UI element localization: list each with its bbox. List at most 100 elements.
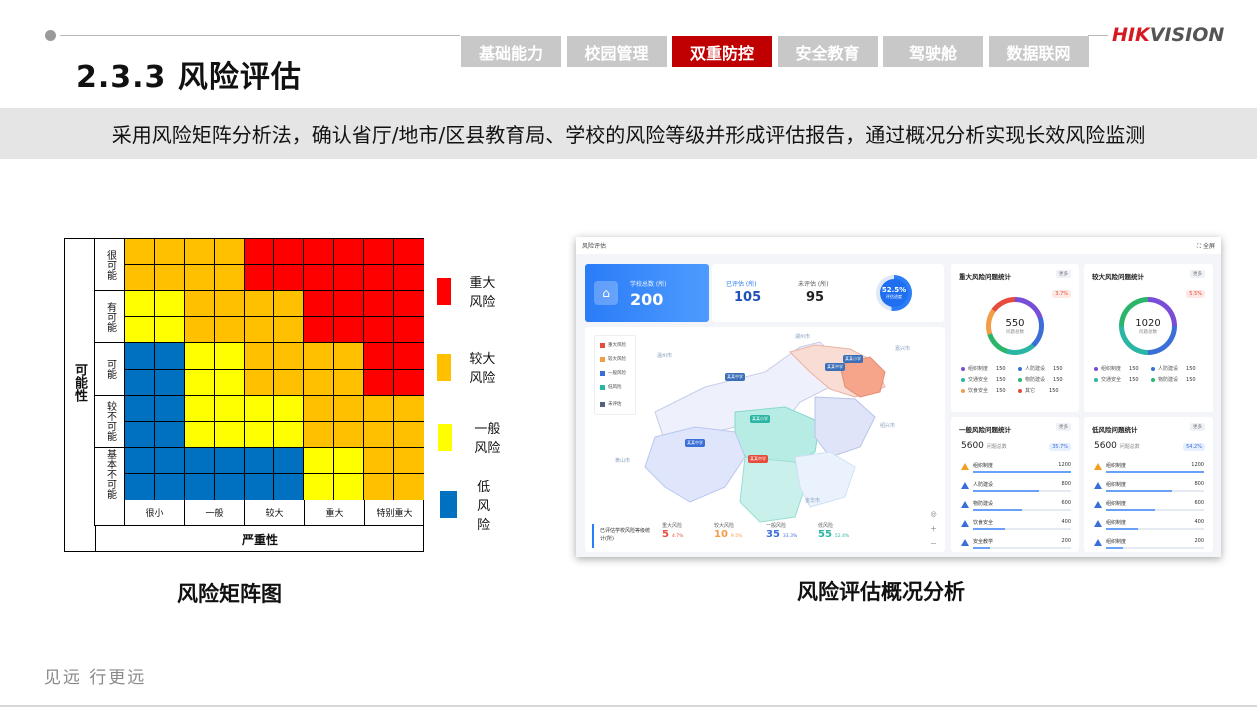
bar-value: 400 [1194,519,1204,525]
warning-icon [1094,520,1102,527]
matrix-corner [95,500,125,526]
map-zoom-controls: ◎ ＋ － [930,507,937,552]
legend-label: 较大风险 [469,352,496,386]
bar-track [973,509,1071,511]
general-risk-title: 一般风险问题统计 [959,426,1011,434]
bar-track [973,490,1071,492]
bar-fill [973,490,1039,492]
city-label: 湖州市 [795,334,811,340]
legend-item-large: 较大风险 [437,348,496,386]
zoom-out-icon[interactable]: － [930,537,937,552]
large-more-button[interactable]: 更多 [1190,270,1205,278]
general-more-button[interactable]: 更多 [1056,423,1071,431]
school-pin[interactable]: 某某中学 [725,373,745,381]
tab-dual-control[interactable]: 双重防控 [672,36,772,67]
matrix-cell [334,421,365,448]
large-item: 人防建设 150 [1151,365,1196,372]
bar-fill [1106,471,1204,473]
bar-track [1106,528,1204,530]
matrix-cell [364,317,395,344]
legend-label: 重大风险 [469,276,496,310]
low-risk-card: 低风险问题统计 更多 5600 问题总数 54.2% 组织制度 1200 组织制度 8… [1084,417,1213,552]
fullscreen-icon: ⛶ [1196,242,1202,250]
major-risk-card: 重大风险问题统计 更多 3.7% 550 问题总数 组织制度 150 人防建设 150… [951,264,1079,412]
matrix-cell [364,473,395,500]
matrix-grid [125,239,424,500]
matrix-cell [364,421,395,448]
bar-value: 800 [1194,481,1204,487]
school-pin[interactable]: 某某中学 [748,455,768,463]
low-risk-title: 低风险问题统计 [1092,426,1138,434]
matrix-cell [274,265,305,292]
map-legend-item: 较大风险 [600,356,626,362]
bar-value: 400 [1061,519,1071,525]
warning-icon [1094,539,1102,546]
matrix-cell [214,447,245,474]
matrix-cell [274,343,305,370]
school-pin[interactable]: 某某中学 [685,439,705,447]
bar-label: 组织制度 [1106,539,1127,545]
matrix-cell [334,395,365,422]
matrix-cell [304,343,335,370]
map-legend: 重大风险 较大风险 一般风险 低风险 未评估 [594,335,636,415]
major-more-button[interactable]: 更多 [1056,270,1071,278]
bar-fill [1106,547,1123,549]
matrix-x-label: 很小 [125,500,185,525]
matrix-cell [304,239,335,266]
low-more-button[interactable]: 更多 [1190,423,1205,431]
tab-data-network[interactable]: 数据联网 [988,36,1089,67]
matrix-cell [274,473,305,500]
warning-icon [961,539,969,546]
stats-marker [592,524,594,548]
description-text: 采用风险矩阵分析法，确认省厅/地市/区县教育局、学校的风险等级并形成评估报告，通… [111,123,1146,147]
general-bar-row: 物防建设 600 [961,499,1071,513]
warning-icon [961,482,969,489]
school-pin[interactable]: 某某小学 [843,355,863,363]
school-pin[interactable]: 某某中学 [825,363,845,371]
header-dot [45,30,56,41]
bar-track [1106,471,1204,473]
major-item: 人防建设 150 [1018,365,1063,372]
bar-fill [1106,528,1139,530]
bar-value: 200 [1194,538,1204,544]
matrix-cell [334,473,365,500]
matrix-cell [184,265,215,292]
bar-value: 1200 [1191,462,1204,468]
tab-campus[interactable]: 校园管理 [566,36,667,67]
matrix-cell [154,291,185,318]
legend-swatch [440,491,458,518]
fullscreen-button[interactable]: ⛶ 全屏 [1197,241,1215,251]
zoom-in-icon[interactable]: ＋ [930,522,937,537]
bar-label: 组织制度 [1106,520,1127,526]
matrix-cell [184,473,215,500]
bar-label: 组织制度 [973,463,994,469]
bar-label: 人防建设 [973,482,994,488]
locate-icon[interactable]: ◎ [930,507,937,522]
tab-cockpit[interactable]: 驾驶舱 [883,36,983,67]
school-pin[interactable]: 某某小学 [750,415,770,423]
matrix-cell [304,421,335,448]
bar-value: 600 [1194,500,1204,506]
matrix-cell [214,343,245,370]
header-rule [60,35,460,36]
matrix-cell [334,343,365,370]
evaluation-progress-card: 已评估 (所) 105 未评估 (所) 95 52.5% 评估进度 [712,264,944,322]
low-bar-row: 组织制度 200 [1094,537,1204,551]
bar-value: 800 [1061,481,1071,487]
matrix-cell [394,239,424,266]
tab-safety-education[interactable]: 安全教育 [777,36,878,67]
major-risk-title: 重大风险问题统计 [959,273,1011,281]
evaluated-value: 105 [734,290,762,305]
matrix-cell [364,369,395,396]
matrix-cell [274,239,305,266]
matrix-cell [125,291,155,318]
tab-basic[interactable]: 基础能力 [461,36,561,67]
bar-fill [973,528,1006,530]
matrix-cell [394,317,424,344]
dashboard-titlebar: 风险评估 ⛶ 全屏 [576,237,1221,254]
matrix-x-label: 一般 [185,500,245,525]
major-item: 物防建设 150 [1018,376,1063,383]
matrix-cell [364,395,395,422]
not-evaluated-value: 95 [806,290,825,305]
matrix-cell [184,447,215,474]
